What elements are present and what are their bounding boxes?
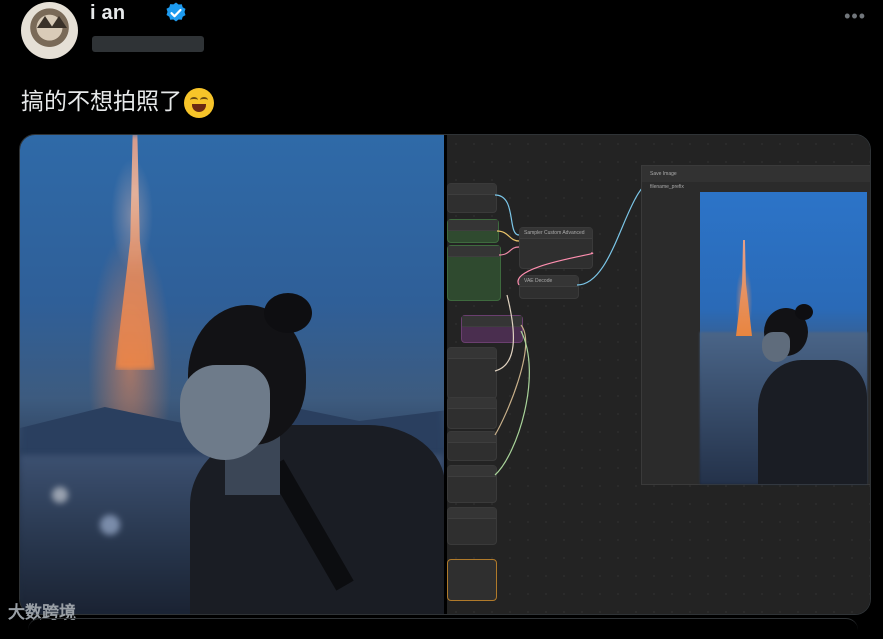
workflow-screenshot[interactable]: Sampler Custom Advanced VAE Decode Save … xyxy=(447,135,870,614)
tweet-media[interactable]: Sampler Custom Advanced VAE Decode Save … xyxy=(19,134,871,615)
preview-image xyxy=(700,192,867,484)
author-name[interactable]: i an xyxy=(90,2,125,25)
verified-badge-icon xyxy=(166,2,186,22)
photo-left[interactable] xyxy=(20,135,445,614)
save-image-field: filename_prefix xyxy=(642,182,870,192)
face-with-tears-of-joy-icon xyxy=(184,87,214,118)
more-options-icon[interactable]: ••• xyxy=(844,6,866,27)
preview-jacket xyxy=(758,360,867,484)
avatar[interactable] xyxy=(21,2,78,59)
cat-ear-right xyxy=(51,16,67,28)
next-card-edge xyxy=(28,618,858,639)
preview-hair-bun xyxy=(795,304,813,320)
photo-tower xyxy=(115,135,155,370)
workflow-wires xyxy=(494,183,647,476)
tweet-text: 搞的不想拍照了 xyxy=(21,82,214,118)
preview-tower xyxy=(736,240,752,336)
author-handle-redacted xyxy=(92,36,204,52)
preview-face xyxy=(762,332,790,362)
save-image-node: Save Image filename_prefix xyxy=(641,165,870,485)
save-image-title: Save Image xyxy=(642,166,870,182)
photo-face xyxy=(180,365,270,460)
photo-hair-bun xyxy=(264,293,312,333)
tweet-text-body: 搞的不想拍照了 xyxy=(21,88,182,114)
